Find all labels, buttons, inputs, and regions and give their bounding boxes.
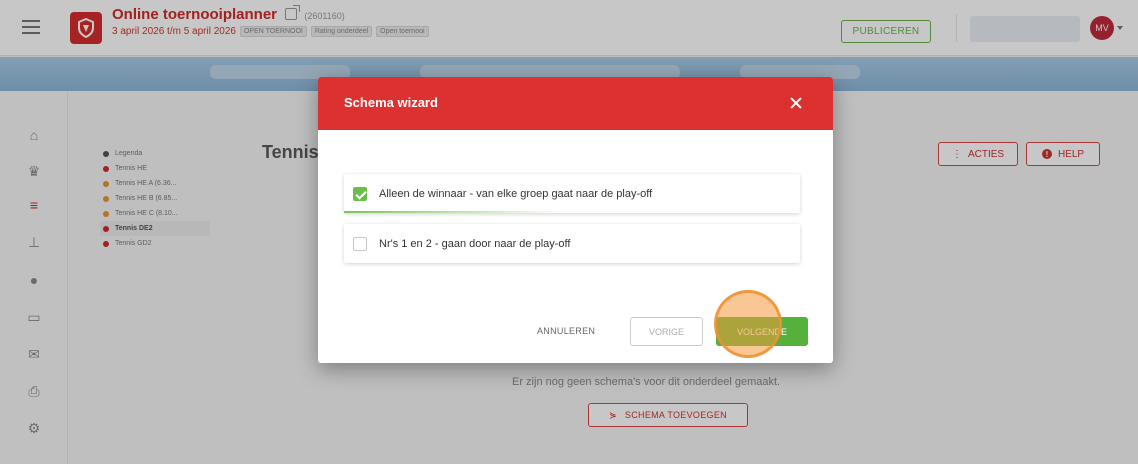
modal-header: Schema wizard <box>318 77 833 130</box>
checkbox-unchecked[interactable] <box>353 236 367 251</box>
modal-title: Schema wizard <box>344 95 438 110</box>
option-top-two[interactable]: Nr's 1 en 2 - gaan door naar de play-off <box>344 224 800 263</box>
click-highlight <box>714 290 782 358</box>
option-label: Alleen de winnaar - van elke groep gaat … <box>379 187 653 200</box>
option-winner-only[interactable]: Alleen de winnaar - van elke groep gaat … <box>344 174 800 213</box>
close-icon[interactable] <box>788 95 804 111</box>
cancel-button[interactable]: ANNULEREN <box>537 326 595 336</box>
option-label: Nr's 1 en 2 - gaan door naar de play-off <box>379 237 571 250</box>
previous-button[interactable]: VORIGE <box>630 317 703 346</box>
checkbox-checked[interactable] <box>353 186 367 201</box>
